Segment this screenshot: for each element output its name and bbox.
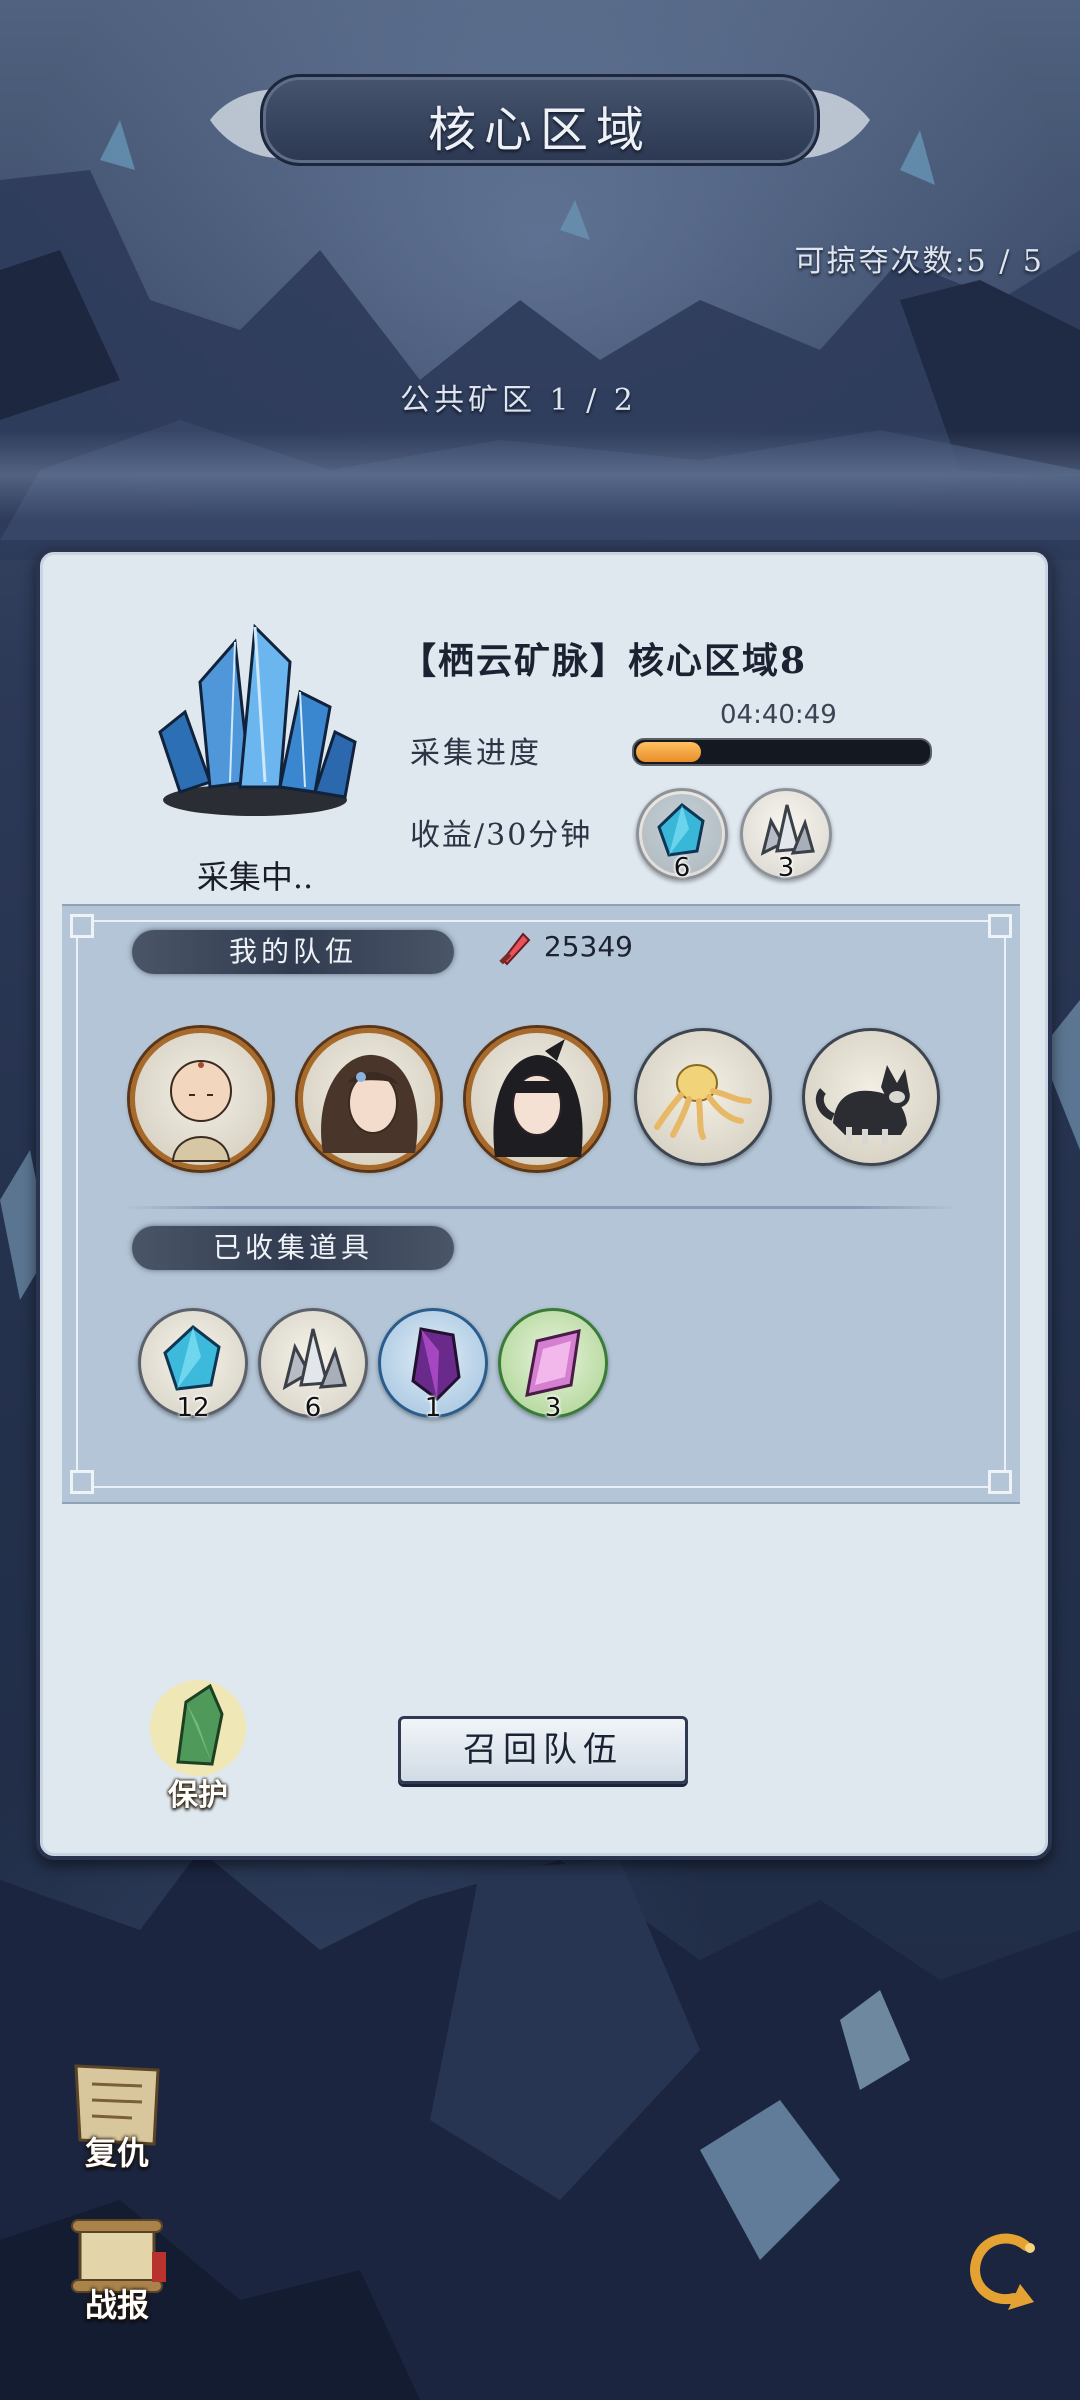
octopus-pet-icon — [654, 1064, 752, 1140]
mine-info-panel: 采集中.. 【栖云矿脉】核心区域8 04:40:49 采集进度 收益/30分钟 … — [36, 548, 1052, 1860]
battle-report-button[interactable]: 战报 — [62, 2212, 172, 2332]
recall-team-button[interactable]: 召回队伍 — [398, 1716, 688, 1784]
revenge-label: 复仇 — [84, 2134, 149, 2172]
income-label: 收益/30分钟 — [410, 818, 593, 853]
team-member-brown-hair-girl[interactable] — [298, 1028, 440, 1170]
collected-blue-crystal[interactable]: 12 — [138, 1308, 248, 1423]
income-blue-crystal[interactable]: 6 — [636, 788, 728, 883]
wolf-pup-pet-icon — [815, 1065, 910, 1145]
collected-pink-gem[interactable]: 3 — [498, 1308, 608, 1423]
section-divider — [124, 1206, 958, 1209]
jade-shield-icon — [150, 1680, 246, 1776]
item-count: 12 — [176, 1393, 210, 1423]
black-hair-girl-portrait-icon — [493, 1039, 583, 1157]
team-power-value: 25349 — [543, 930, 633, 963]
page-title: 核心区域 — [427, 102, 652, 158]
gather-timer: 04:40:49 — [720, 700, 837, 730]
my-team-label: 我的队伍 — [132, 930, 454, 974]
back-button[interactable] — [960, 2224, 1050, 2314]
battle-report-label: 战报 — [84, 2286, 149, 2324]
team-member-black-hair-girl[interactable] — [466, 1028, 608, 1170]
gather-progress-fill — [636, 742, 702, 762]
collected-purple-gem[interactable]: 1 — [378, 1308, 488, 1423]
item-count: 3 — [544, 1393, 562, 1423]
return-arrow-icon — [970, 2233, 1035, 2310]
title-banner: 核心区域 — [200, 60, 880, 180]
sword-icon — [495, 928, 535, 968]
team-member-wolf-pup[interactable] — [802, 1028, 940, 1166]
mine-crystal-icon — [140, 622, 370, 822]
gathering-status: 采集中.. — [196, 858, 314, 896]
item-count: 1 — [424, 1393, 442, 1423]
collected-silver-ore[interactable]: 6 — [258, 1308, 368, 1423]
zone-page-indicator[interactable]: 公共矿区 1 / 2 — [400, 375, 637, 419]
item-count: 6 — [304, 1393, 322, 1423]
collected-items-label: 已收集道具 — [132, 1226, 454, 1270]
raid-count-label: 可掠夺次数:5 / 5 — [794, 244, 1044, 279]
team-power: 25349 — [495, 928, 633, 968]
revenge-button[interactable]: 复仇 — [62, 2060, 172, 2180]
gather-progress-bar — [632, 738, 932, 766]
income-count: 3 — [777, 853, 795, 883]
team-section: 我的队伍 25349 已收集道具 12 6 1 3 — [62, 904, 1020, 1504]
protect-label: 保护 — [168, 1778, 228, 1813]
mine-name: 【栖云矿脉】核心区域8 — [400, 640, 808, 682]
progress-label: 采集进度 — [410, 736, 542, 771]
brown-hair-girl-portrait-icon — [321, 1054, 418, 1153]
income-count: 6 — [673, 853, 691, 883]
team-member-octopus[interactable] — [634, 1028, 772, 1166]
monk-portrait-icon — [170, 1060, 232, 1162]
protect-button[interactable]: 保护 — [138, 1674, 258, 1814]
income-silver-ore[interactable]: 3 — [740, 788, 832, 883]
team-member-monk[interactable] — [130, 1028, 272, 1170]
